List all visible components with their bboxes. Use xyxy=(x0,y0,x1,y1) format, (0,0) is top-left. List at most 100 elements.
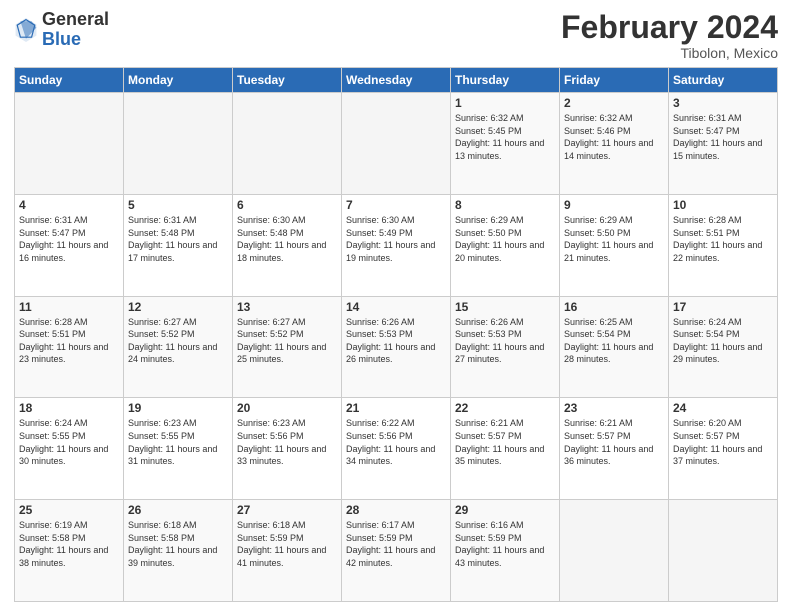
day-info: Sunrise: 6:28 AM Sunset: 5:51 PM Dayligh… xyxy=(673,214,773,264)
logo: General Blue xyxy=(14,10,109,50)
day-number: 14 xyxy=(346,300,446,314)
day-info: Sunrise: 6:31 AM Sunset: 5:47 PM Dayligh… xyxy=(19,214,119,264)
day-number: 4 xyxy=(19,198,119,212)
logo-general-text: General xyxy=(42,9,109,29)
calendar-week-3: 11 Sunrise: 6:28 AM Sunset: 5:51 PM Dayli… xyxy=(15,296,778,398)
day-number: 25 xyxy=(19,503,119,517)
day-number: 10 xyxy=(673,198,773,212)
day-info: Sunrise: 6:20 AM Sunset: 5:57 PM Dayligh… xyxy=(673,417,773,467)
day-number: 11 xyxy=(19,300,119,314)
day-info: Sunrise: 6:29 AM Sunset: 5:50 PM Dayligh… xyxy=(564,214,664,264)
calendar-cell: 1 Sunrise: 6:32 AM Sunset: 5:45 PM Daylig… xyxy=(451,93,560,195)
day-info: Sunrise: 6:25 AM Sunset: 5:54 PM Dayligh… xyxy=(564,316,664,366)
day-number: 5 xyxy=(128,198,228,212)
calendar-week-2: 4 Sunrise: 6:31 AM Sunset: 5:47 PM Daylig… xyxy=(15,194,778,296)
day-info: Sunrise: 6:26 AM Sunset: 5:53 PM Dayligh… xyxy=(346,316,446,366)
logo-icon xyxy=(14,16,38,44)
calendar-cell: 9 Sunrise: 6:29 AM Sunset: 5:50 PM Daylig… xyxy=(560,194,669,296)
day-number: 16 xyxy=(564,300,664,314)
day-header-tuesday: Tuesday xyxy=(233,68,342,93)
calendar-cell xyxy=(233,93,342,195)
day-info: Sunrise: 6:24 AM Sunset: 5:55 PM Dayligh… xyxy=(19,417,119,467)
day-info: Sunrise: 6:32 AM Sunset: 5:46 PM Dayligh… xyxy=(564,112,664,162)
day-info: Sunrise: 6:24 AM Sunset: 5:54 PM Dayligh… xyxy=(673,316,773,366)
calendar-header-row: SundayMondayTuesdayWednesdayThursdayFrid… xyxy=(15,68,778,93)
day-info: Sunrise: 6:16 AM Sunset: 5:59 PM Dayligh… xyxy=(455,519,555,569)
calendar-week-1: 1 Sunrise: 6:32 AM Sunset: 5:45 PM Daylig… xyxy=(15,93,778,195)
calendar-week-5: 25 Sunrise: 6:19 AM Sunset: 5:58 PM Dayli… xyxy=(15,500,778,602)
calendar-cell: 14 Sunrise: 6:26 AM Sunset: 5:53 PM Dayli… xyxy=(342,296,451,398)
calendar-cell: 20 Sunrise: 6:23 AM Sunset: 5:56 PM Dayli… xyxy=(233,398,342,500)
header: General Blue February 2024 Tibolon, Mexi… xyxy=(14,10,778,61)
day-info: Sunrise: 6:27 AM Sunset: 5:52 PM Dayligh… xyxy=(128,316,228,366)
day-number: 12 xyxy=(128,300,228,314)
calendar-cell: 6 Sunrise: 6:30 AM Sunset: 5:48 PM Daylig… xyxy=(233,194,342,296)
day-info: Sunrise: 6:18 AM Sunset: 5:59 PM Dayligh… xyxy=(237,519,337,569)
day-info: Sunrise: 6:21 AM Sunset: 5:57 PM Dayligh… xyxy=(455,417,555,467)
day-number: 17 xyxy=(673,300,773,314)
day-header-wednesday: Wednesday xyxy=(342,68,451,93)
calendar-cell: 18 Sunrise: 6:24 AM Sunset: 5:55 PM Dayli… xyxy=(15,398,124,500)
calendar-cell: 24 Sunrise: 6:20 AM Sunset: 5:57 PM Dayli… xyxy=(669,398,778,500)
calendar-cell: 2 Sunrise: 6:32 AM Sunset: 5:46 PM Daylig… xyxy=(560,93,669,195)
day-number: 18 xyxy=(19,401,119,415)
day-number: 20 xyxy=(237,401,337,415)
day-number: 21 xyxy=(346,401,446,415)
day-info: Sunrise: 6:32 AM Sunset: 5:45 PM Dayligh… xyxy=(455,112,555,162)
day-info: Sunrise: 6:30 AM Sunset: 5:48 PM Dayligh… xyxy=(237,214,337,264)
calendar-cell xyxy=(560,500,669,602)
day-number: 2 xyxy=(564,96,664,110)
calendar-cell: 21 Sunrise: 6:22 AM Sunset: 5:56 PM Dayli… xyxy=(342,398,451,500)
calendar-cell xyxy=(342,93,451,195)
day-number: 8 xyxy=(455,198,555,212)
day-info: Sunrise: 6:19 AM Sunset: 5:58 PM Dayligh… xyxy=(19,519,119,569)
day-number: 7 xyxy=(346,198,446,212)
calendar-cell xyxy=(669,500,778,602)
day-info: Sunrise: 6:22 AM Sunset: 5:56 PM Dayligh… xyxy=(346,417,446,467)
month-title: February 2024 xyxy=(561,10,778,45)
day-header-saturday: Saturday xyxy=(669,68,778,93)
calendar-cell: 16 Sunrise: 6:25 AM Sunset: 5:54 PM Dayli… xyxy=(560,296,669,398)
calendar-cell xyxy=(124,93,233,195)
calendar-cell: 27 Sunrise: 6:18 AM Sunset: 5:59 PM Dayli… xyxy=(233,500,342,602)
calendar-cell: 15Sunrise: 6:26 AM Sunset: 5:53 PM Dayli… xyxy=(451,296,560,398)
calendar-cell: 8 Sunrise: 6:29 AM Sunset: 5:50 PM Daylig… xyxy=(451,194,560,296)
calendar-cell: 28 Sunrise: 6:17 AM Sunset: 5:59 PM Dayli… xyxy=(342,500,451,602)
day-header-friday: Friday xyxy=(560,68,669,93)
calendar-cell: 7 Sunrise: 6:30 AM Sunset: 5:49 PM Daylig… xyxy=(342,194,451,296)
calendar-cell: 11 Sunrise: 6:28 AM Sunset: 5:51 PM Dayli… xyxy=(15,296,124,398)
day-number: 24 xyxy=(673,401,773,415)
calendar-cell: 23Sunrise: 6:21 AM Sunset: 5:57 PM Dayli… xyxy=(560,398,669,500)
day-info: Sunrise: 6:18 AM Sunset: 5:58 PM Dayligh… xyxy=(128,519,228,569)
day-info: Sunrise: 6:17 AM Sunset: 5:59 PM Dayligh… xyxy=(346,519,446,569)
day-header-monday: Monday xyxy=(124,68,233,93)
calendar-cell xyxy=(15,93,124,195)
day-number: 9 xyxy=(564,198,664,212)
day-number: 6 xyxy=(237,198,337,212)
day-number: 1 xyxy=(455,96,555,110)
day-header-sunday: Sunday xyxy=(15,68,124,93)
day-info: Sunrise: 6:26 AM Sunset: 5:53 PM Dayligh… xyxy=(455,316,555,366)
day-info: Sunrise: 6:30 AM Sunset: 5:49 PM Dayligh… xyxy=(346,214,446,264)
day-number: 22 xyxy=(455,401,555,415)
day-header-thursday: Thursday xyxy=(451,68,560,93)
calendar-cell: 3 Sunrise: 6:31 AM Sunset: 5:47 PM Daylig… xyxy=(669,93,778,195)
day-info: Sunrise: 6:29 AM Sunset: 5:50 PM Dayligh… xyxy=(455,214,555,264)
day-info: Sunrise: 6:21 AM Sunset: 5:57 PM Dayligh… xyxy=(564,417,664,467)
calendar-cell: 25 Sunrise: 6:19 AM Sunset: 5:58 PM Dayli… xyxy=(15,500,124,602)
day-number: 27 xyxy=(237,503,337,517)
day-info: Sunrise: 6:28 AM Sunset: 5:51 PM Dayligh… xyxy=(19,316,119,366)
calendar-cell: 10 Sunrise: 6:28 AM Sunset: 5:51 PM Dayli… xyxy=(669,194,778,296)
calendar-cell: 12 Sunrise: 6:27 AM Sunset: 5:52 PM Dayli… xyxy=(124,296,233,398)
day-number: 29 xyxy=(455,503,555,517)
day-number: 28 xyxy=(346,503,446,517)
day-info: Sunrise: 6:23 AM Sunset: 5:55 PM Dayligh… xyxy=(128,417,228,467)
calendar-table: SundayMondayTuesdayWednesdayThursdayFrid… xyxy=(14,67,778,602)
title-block: February 2024 Tibolon, Mexico xyxy=(561,10,778,61)
day-info: Sunrise: 6:31 AM Sunset: 5:47 PM Dayligh… xyxy=(673,112,773,162)
calendar-cell: 13Sunrise: 6:27 AM Sunset: 5:52 PM Dayli… xyxy=(233,296,342,398)
day-info: Sunrise: 6:23 AM Sunset: 5:56 PM Dayligh… xyxy=(237,417,337,467)
day-number: 3 xyxy=(673,96,773,110)
logo-blue-text: Blue xyxy=(42,29,81,49)
subtitle: Tibolon, Mexico xyxy=(561,45,778,61)
